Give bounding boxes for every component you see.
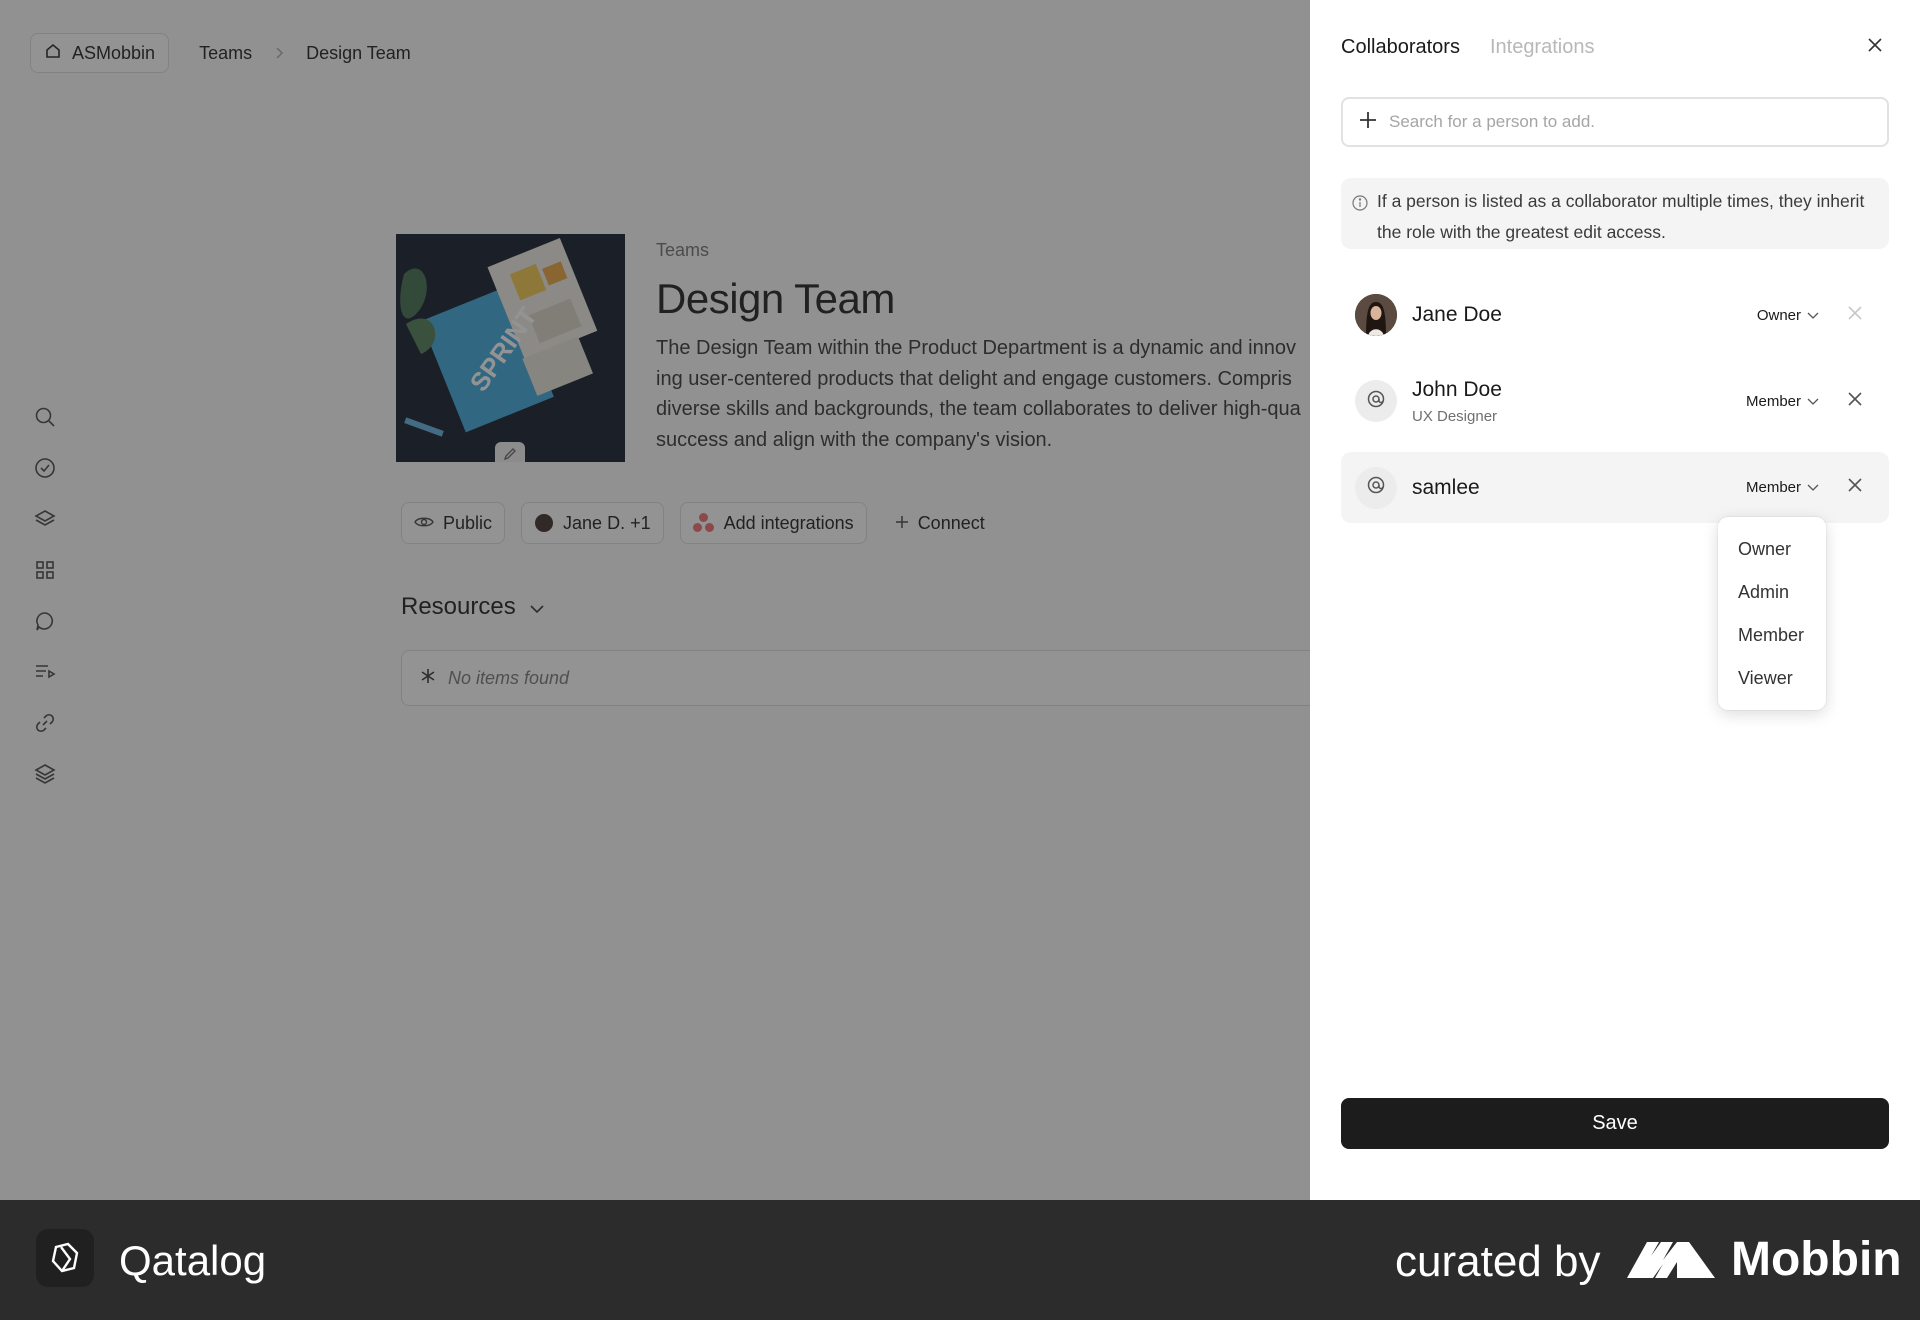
add-person-search: [1341, 97, 1889, 147]
role-label: Member: [1745, 392, 1801, 410]
chevron-down-icon: [1807, 479, 1819, 496]
at-sign-icon: [1367, 390, 1385, 413]
info-line: the role with the greatest edit access.: [1377, 221, 1666, 242]
close-icon: [1848, 478, 1862, 497]
collaborator-name: John Doe: [1412, 377, 1502, 401]
avatar: [1355, 466, 1397, 509]
role-label: Member: [1745, 479, 1801, 496]
role-select[interactable]: Member: [1746, 393, 1819, 410]
info-icon: [1352, 195, 1368, 249]
info-line: If a person is listed as a collaborator …: [1377, 191, 1865, 211]
search-input[interactable]: [1389, 112, 1869, 132]
tab-integrations[interactable]: Integrations: [1490, 36, 1595, 59]
role-select[interactable]: Member: [1746, 479, 1819, 496]
avatar: [1355, 294, 1397, 336]
role-option-viewer[interactable]: Viewer: [1718, 657, 1826, 700]
collaborator-row: Jane Doe Owner: [1341, 285, 1889, 345]
chevron-down-icon: [1807, 307, 1819, 324]
close-panel-button[interactable]: [1862, 34, 1888, 60]
collaborator-title: UX Designer: [1412, 407, 1498, 425]
info-notice: If a person is listed as a collaborator …: [1341, 178, 1889, 249]
tab-collaborators[interactable]: Collaborators: [1341, 36, 1460, 59]
modal-backdrop[interactable]: [0, 0, 1310, 1200]
panel-tabs: Collaborators Integrations: [1341, 36, 1594, 59]
save-button[interactable]: Save: [1341, 1098, 1889, 1149]
chevron-down-icon: [1807, 393, 1819, 410]
collaborator-row: samlee Member: [1341, 452, 1889, 523]
role-option-owner[interactable]: Owner: [1718, 528, 1826, 571]
plus-icon: [1359, 111, 1377, 134]
collaborator-info: samlee: [1412, 476, 1746, 500]
mobbin-brand: Mobbin: [1731, 1233, 1902, 1286]
qatalog-logo-icon: [36, 1229, 94, 1287]
collaborator-info: Jane Doe: [1412, 303, 1757, 327]
role-option-admin[interactable]: Admin: [1718, 571, 1826, 614]
role-dropdown-menu: Owner Admin Member Viewer: [1718, 517, 1826, 710]
close-icon: [1848, 391, 1862, 411]
close-icon: [1867, 37, 1883, 58]
collaborator-name: samlee: [1412, 475, 1480, 499]
role-label: Owner: [1756, 306, 1801, 324]
remove-collaborator-button[interactable]: [1845, 478, 1865, 498]
avatar: [1355, 380, 1397, 422]
at-sign-icon: [1367, 476, 1385, 499]
curated-by-label: curated by: [1395, 1237, 1601, 1286]
collaborator-row: John Doe UX Designer Member: [1341, 366, 1889, 436]
close-icon: [1848, 305, 1862, 325]
role-option-member[interactable]: Member: [1718, 614, 1826, 657]
collaborators-panel: Collaborators Integrations If a person i…: [1310, 0, 1920, 1200]
role-select[interactable]: Owner: [1757, 307, 1819, 324]
mobbin-logo-icon: [1627, 1238, 1717, 1285]
collaborator-name: Jane Doe: [1412, 303, 1502, 326]
collaborator-info: John Doe UX Designer: [1412, 378, 1746, 425]
footer-banner: Qatalog curated by Mobbin: [0, 1200, 1920, 1320]
info-text: If a person is listed as a collaborator …: [1377, 186, 1864, 249]
remove-collaborator-button[interactable]: [1845, 305, 1865, 325]
qatalog-brand: Qatalog: [119, 1237, 267, 1284]
remove-collaborator-button[interactable]: [1845, 391, 1865, 411]
